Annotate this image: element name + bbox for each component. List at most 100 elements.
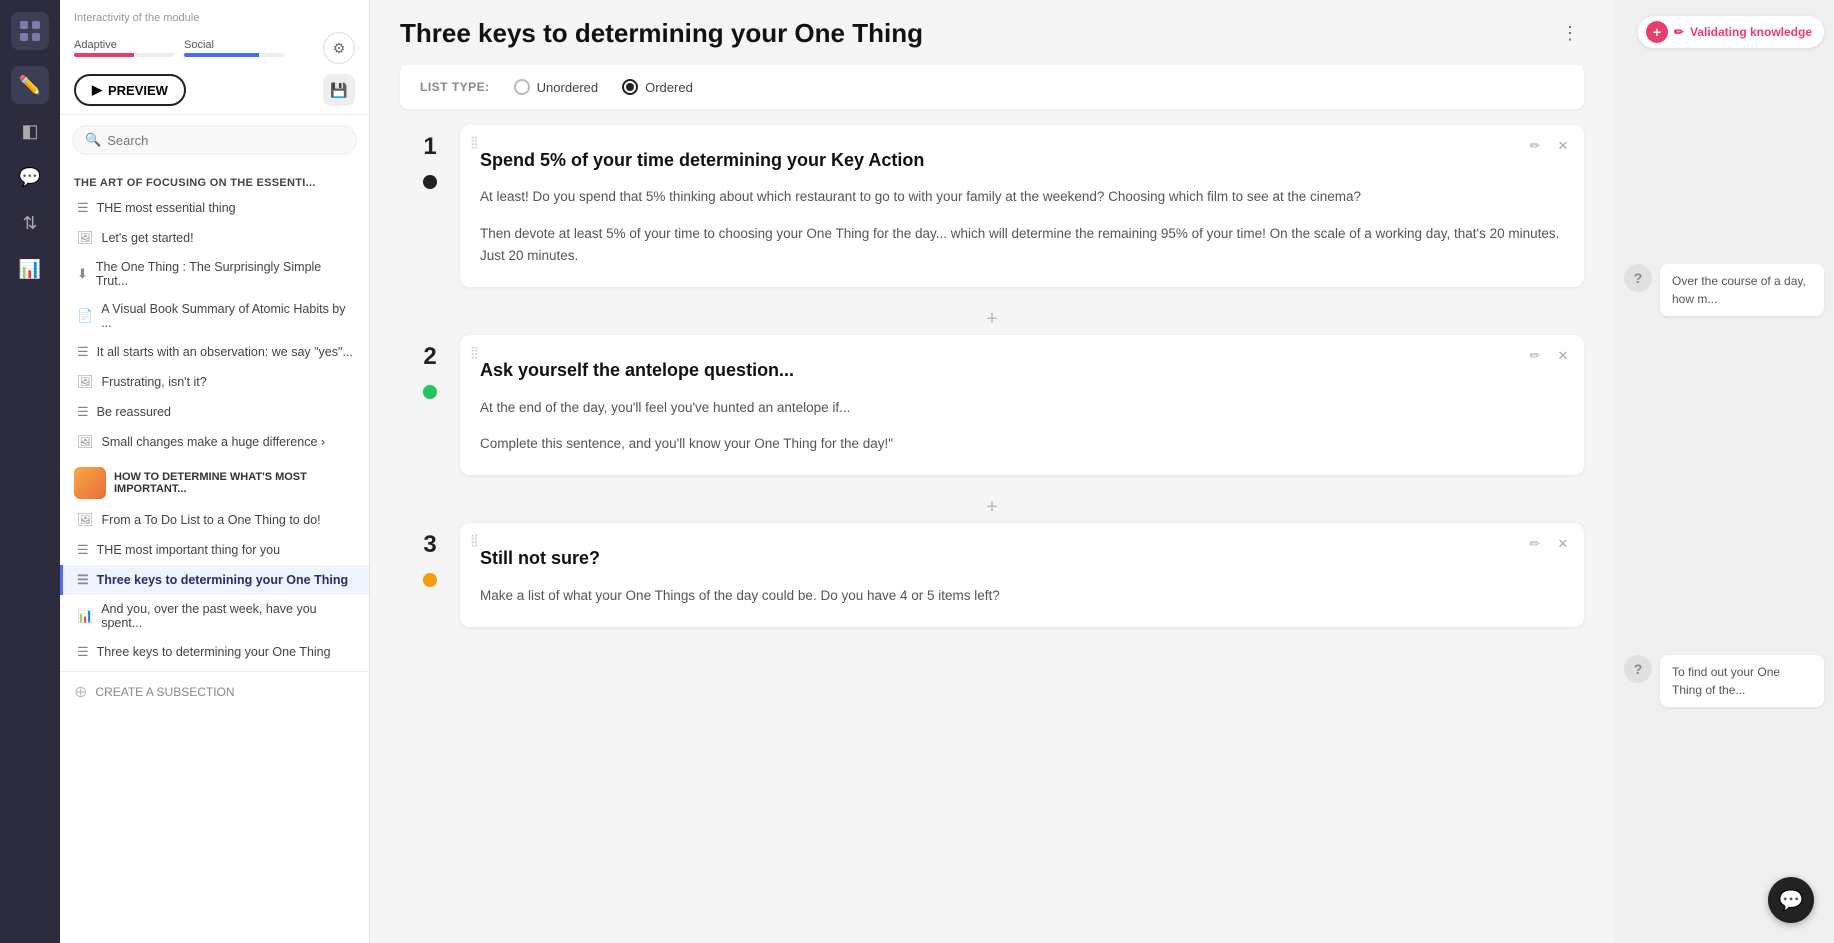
dot-3	[423, 573, 437, 587]
drag-handle-3[interactable]: ⣿	[470, 533, 480, 547]
chat-support-button[interactable]: 💬	[1768, 877, 1814, 923]
preview-label: PREVIEW	[108, 83, 168, 98]
section1-header: THE ART OF FOCUSING ON THE ESSENTI...	[60, 169, 369, 193]
sidebar-item-label: And you, over the past week, have you sp…	[101, 602, 355, 630]
card-1-close-button[interactable]: ✕	[1552, 135, 1574, 157]
sidebar-item-one-thing-book[interactable]: ⬇ The One Thing : The Surprisingly Simpl…	[60, 253, 369, 295]
card-3-title: Still not sure?	[480, 547, 1564, 570]
drag-handle-2[interactable]: ⣿	[470, 345, 480, 359]
app-logo[interactable]	[11, 12, 49, 50]
list-number-3: 3	[423, 533, 436, 557]
image-icon: 🖼	[77, 230, 94, 246]
question-bubble-2[interactable]: To find out your One Thing of the...	[1660, 655, 1824, 707]
card-1-edit-button[interactable]: ✏	[1524, 135, 1546, 157]
card-3: ⣿ ✏ ✕ Still not sure? Make a list of wha…	[460, 523, 1584, 627]
image-icon4: 🖼	[77, 512, 94, 528]
sidebar-item-label: Let's get started!	[102, 231, 194, 245]
settings-button[interactable]: ⚙	[323, 32, 355, 64]
nav-edit-icon[interactable]: ✏️	[11, 66, 49, 104]
sidebar-item-label: Three keys to determining your One Thing	[97, 573, 348, 587]
main-header: Three keys to determining your One Thing…	[400, 0, 1584, 65]
drag-handle-1[interactable]: ⣿	[470, 135, 480, 149]
sidebar-item-three-keys-active[interactable]: ☰ Three keys to determining your One Thi…	[60, 565, 369, 595]
unordered-radio[interactable]	[514, 79, 530, 95]
sidebar-item-get-started[interactable]: 🖼 Let's get started!	[60, 223, 369, 253]
unordered-option[interactable]: Unordered	[514, 79, 598, 95]
sidebar-item-from-todo[interactable]: 🖼 From a To Do List to a One Thing to do…	[60, 505, 369, 535]
sidebar-item-most-essential[interactable]: ☰ THE most essential thing	[60, 193, 369, 223]
interactivity-row: Adaptive Social ⚙	[74, 32, 355, 64]
save-button[interactable]: 💾	[323, 74, 355, 106]
download-icon: ⬇	[77, 266, 88, 282]
sidebar-item-label: THE most important thing for you	[97, 543, 280, 557]
preview-icon: ▶	[92, 82, 102, 98]
list-type-label: LIST TYPE:	[420, 80, 490, 94]
social-slider[interactable]	[184, 53, 284, 57]
card-col-2: ⣿ ✏ ✕ Ask yourself the antelope question…	[460, 335, 1584, 475]
sidebar-item-three-keys-2[interactable]: ☰ Three keys to determining your One Thi…	[60, 637, 369, 667]
card-1-para-1: At least! Do you spend that 5% thinking …	[480, 186, 1564, 208]
list-number-2: 2	[423, 345, 436, 369]
sidebar-item-label: Be reassured	[97, 405, 171, 419]
card-3-edit-button[interactable]: ✏	[1524, 533, 1546, 555]
search-input[interactable]	[107, 133, 344, 148]
nav-share-icon[interactable]: ⇅	[11, 204, 49, 242]
card-3-actions: ✏ ✕	[1524, 533, 1574, 555]
number-col-2: 2	[400, 335, 460, 399]
list-icon2: ☰	[77, 344, 89, 360]
sidebar-item-past-week[interactable]: 📊 And you, over the past week, have you …	[60, 595, 369, 637]
page-title: Three keys to determining your One Thing	[400, 18, 923, 49]
list-number-1: 1	[423, 135, 436, 159]
add-between-2-3[interactable]: +	[400, 491, 1584, 523]
sidebar-item-atomic-habits[interactable]: 📄 A Visual Book Summary of Atomic Habits…	[60, 295, 369, 337]
question-card-2: ? To find out your One Thing of the...	[1624, 655, 1824, 707]
adaptive-label: Adaptive	[74, 39, 174, 51]
chart-icon: 📊	[77, 608, 93, 624]
sidebar-top: Interactivity of the module Adaptive Soc…	[60, 0, 369, 115]
card-row-2: 2 ⣿ ✏ ✕ Ask yourself the antelope questi…	[400, 335, 1584, 475]
add-between-1-2[interactable]: +	[400, 303, 1584, 335]
list-type-bar: LIST TYPE: Unordered Ordered	[400, 65, 1584, 109]
card-1: ⣿ ✏ ✕ Spend 5% of your time determining …	[460, 125, 1584, 287]
preview-button[interactable]: ▶ PREVIEW	[74, 74, 186, 106]
list-icon3: ☰	[77, 404, 89, 420]
search-icon: 🔍	[85, 132, 101, 148]
sidebar-item-label: Frustrating, isn't it?	[102, 375, 207, 389]
more-options-button[interactable]: ⋮	[1556, 20, 1584, 48]
sidebar-item-label: Three keys to determining your One Thing	[97, 645, 331, 659]
nav-layers-icon[interactable]: ◧	[11, 112, 49, 150]
adaptive-slider[interactable]	[74, 53, 174, 57]
create-subsection-button[interactable]: ⊕ CREATE A SUBSECTION	[60, 671, 369, 712]
number-col-3: 3	[400, 523, 460, 587]
ordered-option[interactable]: Ordered	[622, 79, 693, 95]
card-2-para-2: Complete this sentence, and you'll know …	[480, 433, 1564, 455]
nav-chat-icon[interactable]: 💬	[11, 158, 49, 196]
card-1-title: Spend 5% of your time determining your K…	[480, 149, 1564, 172]
card-3-close-button[interactable]: ✕	[1552, 533, 1574, 555]
sidebar-item-frustrating[interactable]: 🖼 Frustrating, isn't it?	[60, 367, 369, 397]
sidebar-item-small-changes[interactable]: 🖼 Small changes make a huge difference ›	[60, 427, 369, 457]
badge-pencil-icon: ✏	[1674, 25, 1684, 39]
preview-row: ▶ PREVIEW 💾	[74, 74, 355, 106]
ordered-label: Ordered	[645, 80, 693, 95]
card-2-close-button[interactable]: ✕	[1552, 345, 1574, 367]
card-row-1: 1 ⣿ ✏ ✕ Spend 5% of your time determinin…	[400, 125, 1584, 287]
sidebar-item-label: Small changes make a huge difference ›	[102, 435, 326, 449]
social-slider-group: Social	[184, 39, 284, 57]
sidebar-item-observation[interactable]: ☰ It all starts with an observation: we …	[60, 337, 369, 367]
sidebar-item-reassured[interactable]: ☰ Be reassured	[60, 397, 369, 427]
dot-2	[423, 385, 437, 399]
card-3-para-1: Make a list of what your One Things of t…	[480, 585, 1564, 607]
icon-bar: ✏️ ◧ 💬 ⇅ 📊	[0, 0, 60, 943]
ordered-radio[interactable]	[622, 79, 638, 95]
card-2-edit-button[interactable]: ✏	[1524, 345, 1546, 367]
sidebar-item-most-important[interactable]: ☰ THE most important thing for you	[60, 535, 369, 565]
doc-icon: 📄	[77, 308, 93, 324]
main-content: Three keys to determining your One Thing…	[370, 0, 1614, 943]
question-bubble-1[interactable]: Over the course of a day, how m...	[1660, 264, 1824, 316]
card-2-title: Ask yourself the antelope question...	[480, 359, 1564, 382]
card-1-para-2: Then devote at least 5% of your time to …	[480, 223, 1564, 268]
sidebar-item-label: It all starts with an observation: we sa…	[97, 345, 353, 359]
section2-thumbnail	[74, 467, 106, 499]
nav-analytics-icon[interactable]: 📊	[11, 250, 49, 288]
